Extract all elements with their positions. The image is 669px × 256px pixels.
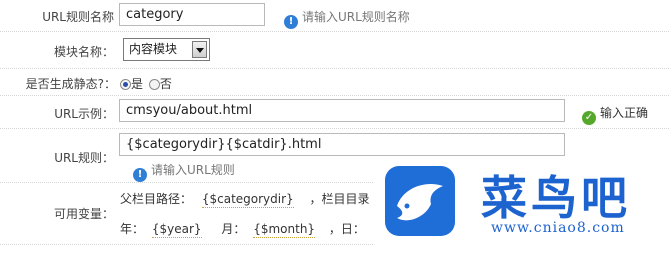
radio-yes-label: 是 xyxy=(131,77,144,91)
module-name-label: 模块名称： xyxy=(53,45,114,59)
form-row-url-rule-name: URL规则名称 category ! 请输入URL规则名称 xyxy=(0,0,669,32)
vars-line-1: 父栏目路径： {$categorydir} ，栏目目录 xyxy=(120,190,370,208)
url-rule-hint: ! 请输入URL规则 xyxy=(133,161,235,182)
url-example-label: URL示例： xyxy=(54,107,114,121)
info-icon: ! xyxy=(133,168,147,182)
day-label: ，日： xyxy=(328,222,365,236)
form-row-url-example: URL示例： cmsyou/about.html ✓ 输入正确 xyxy=(0,95,669,129)
var-categorydir[interactable]: {$categorydir} xyxy=(201,192,294,208)
var-year[interactable]: {$year} xyxy=(151,222,202,238)
watermark-logo: 菜鸟吧 www.cniao8.com xyxy=(373,158,669,248)
radio-no-label: 否 xyxy=(159,77,172,91)
watermark-brand: 菜鸟吧 xyxy=(481,171,631,225)
url-example-input[interactable]: cmsyou/about.html xyxy=(119,99,565,122)
month-label: 月： xyxy=(221,222,246,236)
form-row-module-name: 模块名称： 内容模块 xyxy=(0,31,669,69)
radio-no[interactable] xyxy=(148,79,160,90)
parent-path-label: 父栏目路径： xyxy=(120,192,193,206)
url-rule-name-label: URL规则名称 xyxy=(42,10,114,24)
radio-yes[interactable] xyxy=(120,79,131,90)
form-row-generate-static: 是否生成静态?： 是 否 xyxy=(0,68,669,96)
var-month[interactable]: {$month} xyxy=(253,222,316,238)
url-example-hint: ✓ 输入正确 xyxy=(582,104,648,125)
available-vars-label: 可用变量： xyxy=(53,207,114,221)
chevron-down-icon[interactable] xyxy=(192,41,207,58)
url-rule-input[interactable]: {$categorydir}{$catdir}.html xyxy=(119,133,565,156)
url-rule-hint-text: 请输入URL规则 xyxy=(151,163,235,177)
check-icon: ✓ xyxy=(582,111,596,125)
generate-static-label: 是否生成静态?： xyxy=(25,77,116,91)
year-label: 年： xyxy=(120,222,145,236)
module-select[interactable]: 内容模块 xyxy=(123,38,210,61)
url-rule-name-hint-text: 请输入URL规则名称 xyxy=(302,10,410,24)
catdir-label: ，栏目目录 xyxy=(309,192,370,206)
vars-line-2: 年： {$year} 月： {$month} ，日： { xyxy=(120,220,381,238)
bird-icon xyxy=(385,166,455,236)
url-rule-label: URL规则： xyxy=(54,151,114,165)
url-example-hint-text: 输入正确 xyxy=(600,106,649,120)
generate-static-options: 是 否 xyxy=(120,75,172,92)
info-icon: ! xyxy=(284,15,298,29)
module-select-value: 内容模块 xyxy=(129,42,178,56)
url-rule-name-hint: ! 请输入URL规则名称 xyxy=(284,8,410,29)
watermark-url: www.cniao8.com xyxy=(491,220,625,236)
url-rule-name-input[interactable]: category xyxy=(119,3,265,26)
